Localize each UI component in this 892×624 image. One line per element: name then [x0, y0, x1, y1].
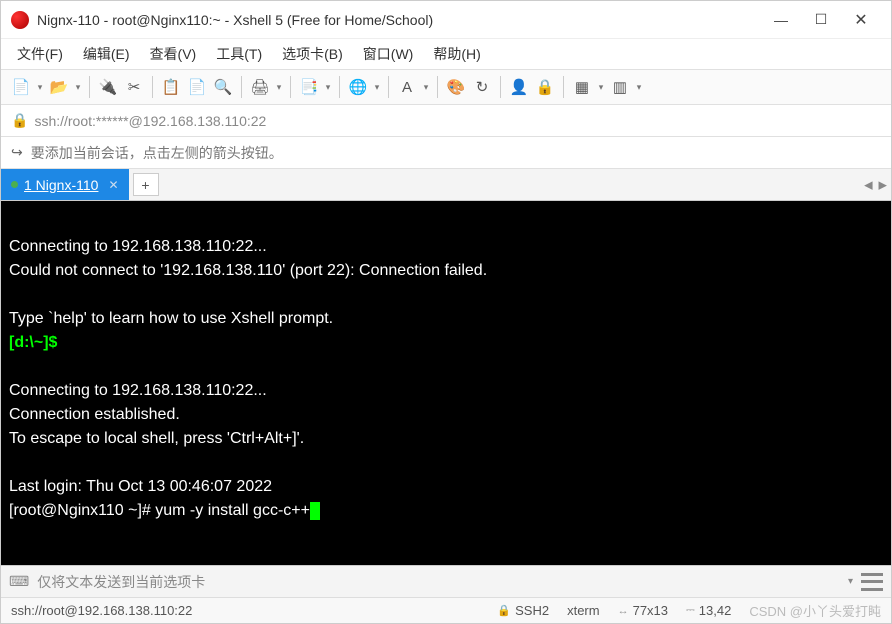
tab-prev-icon[interactable]: ◀: [864, 178, 872, 191]
separator: [152, 76, 153, 98]
user-icon[interactable]: 👤: [507, 75, 531, 99]
separator: [89, 76, 90, 98]
open-icon[interactable]: 📂: [47, 75, 71, 99]
terminal[interactable]: Connecting to 192.168.138.110:22... Coul…: [1, 201, 891, 565]
menubar: 文件(F) 编辑(E) 查看(V) 工具(T) 选项卡(B) 窗口(W) 帮助(…: [1, 39, 891, 69]
font-dropdown[interactable]: ▾: [421, 82, 431, 93]
paste-icon[interactable]: 📄: [185, 75, 209, 99]
status-pos: ⎓13,42: [686, 603, 731, 618]
tab-label: 1 Nignx-110: [24, 177, 98, 193]
layout-dropdown[interactable]: ▾: [634, 82, 644, 93]
tab-next-icon[interactable]: ▶: [879, 178, 887, 191]
terminal-line: Last login: Thu Oct 13 00:46:07 2022: [9, 478, 272, 495]
hamburger-icon[interactable]: [861, 573, 883, 591]
lock-small-icon: 🔒: [11, 112, 28, 129]
refresh-icon[interactable]: ↻: [470, 75, 494, 99]
find-icon[interactable]: 🔍: [211, 75, 235, 99]
tab-close-icon[interactable]: ✕: [108, 178, 118, 192]
minimize-button[interactable]: —: [761, 5, 801, 35]
compose-bar[interactable]: ⌨ 仅将文本发送到当前选项卡 ▾: [1, 565, 891, 597]
status-protocol: 🔒SSH2: [497, 603, 549, 618]
tab-nav: ◀ ▶: [864, 178, 887, 191]
cursor-icon: [310, 502, 320, 520]
status-dot-icon: [11, 181, 18, 188]
menu-view[interactable]: 查看(V): [142, 40, 205, 68]
font-icon[interactable]: A: [395, 75, 419, 99]
separator: [290, 76, 291, 98]
compose-placeholder: 仅将文本发送到当前选项卡: [37, 572, 205, 592]
terminal-line: Connection established.: [9, 406, 180, 423]
arrow-icon[interactable]: ↪: [11, 144, 23, 161]
terminal-command: yum -y install gcc-c++: [151, 502, 310, 519]
print-icon[interactable]: 🖨: [248, 75, 272, 99]
watermark: CSDN @小丫头爱打盹: [749, 601, 881, 620]
tab-bar: 1 Nignx-110 ✕ + ◀ ▶: [1, 169, 891, 201]
terminal-line: To escape to local shell, press 'Ctrl+Al…: [9, 430, 304, 447]
menu-window[interactable]: 窗口(W): [355, 40, 422, 68]
keyboard-icon: ⌨: [9, 573, 29, 590]
separator: [437, 76, 438, 98]
tab-nignx-110[interactable]: 1 Nignx-110 ✕: [1, 169, 129, 200]
terminal-prompt: [d:\~]$: [9, 334, 57, 351]
terminal-line: Connecting to 192.168.138.110:22...: [9, 238, 267, 255]
status-size: ↔77x13: [618, 603, 668, 618]
status-connection: ssh://root@192.168.138.110:22: [11, 603, 479, 618]
app-icon: [11, 11, 29, 29]
globe-icon[interactable]: 🌐: [346, 75, 370, 99]
close-button[interactable]: ✕: [841, 5, 881, 35]
disconnect-icon[interactable]: ✂: [122, 75, 146, 99]
copy-icon[interactable]: 📋: [159, 75, 183, 99]
maximize-button[interactable]: ☐: [801, 5, 841, 35]
menu-help[interactable]: 帮助(H): [425, 40, 488, 68]
properties-icon[interactable]: 📑: [297, 75, 321, 99]
reconnect-icon[interactable]: 🔌: [96, 75, 120, 99]
separator: [388, 76, 389, 98]
terminal-line: Type `help' to learn how to use Xshell p…: [9, 310, 333, 327]
menu-tab[interactable]: 选项卡(B): [274, 40, 351, 68]
separator: [241, 76, 242, 98]
menu-tools[interactable]: 工具(T): [208, 40, 270, 68]
terminal-line: Connecting to 192.168.138.110:22...: [9, 382, 267, 399]
tab-add-button[interactable]: +: [133, 173, 159, 196]
color-icon[interactable]: 🎨: [444, 75, 468, 99]
toolbar: 📄▾ 📂▾ 🔌 ✂ 📋 📄 🔍 🖨▾ 📑▾ 🌐▾ A▾ 🎨 ↻ 👤 🔒 ▦▾ ▥…: [1, 69, 891, 105]
terminal-prompt: [root@Nginx110 ~]#: [9, 502, 151, 519]
address-bar[interactable]: 🔒 ssh://root:******@192.168.138.110:22: [1, 105, 891, 137]
address-text: ssh://root:******@192.168.138.110:22: [34, 113, 266, 129]
status-bar: ssh://root@192.168.138.110:22 🔒SSH2 xter…: [1, 597, 891, 623]
hint-bar: ↪ 要添加当前会话，点击左侧的箭头按钮。: [1, 137, 891, 169]
open-dropdown[interactable]: ▾: [73, 82, 83, 93]
new-session-dropdown[interactable]: ▾: [35, 82, 45, 93]
layout-icon[interactable]: ▥: [608, 75, 632, 99]
print-dropdown[interactable]: ▾: [274, 82, 284, 93]
lock-icon[interactable]: 🔒: [533, 75, 557, 99]
status-term: xterm: [567, 603, 600, 618]
tile-icon[interactable]: ▦: [570, 75, 594, 99]
window-title: Nignx-110 - root@Nginx110:~ - Xshell 5 (…: [37, 12, 761, 28]
properties-dropdown[interactable]: ▾: [323, 82, 333, 93]
window-titlebar: Nignx-110 - root@Nginx110:~ - Xshell 5 (…: [1, 1, 891, 39]
separator: [563, 76, 564, 98]
globe-dropdown[interactable]: ▾: [372, 82, 382, 93]
hint-text: 要添加当前会话，点击左侧的箭头按钮。: [31, 143, 283, 163]
separator: [339, 76, 340, 98]
terminal-line: Could not connect to '192.168.138.110' (…: [9, 262, 487, 279]
menu-file[interactable]: 文件(F): [9, 40, 71, 68]
separator: [500, 76, 501, 98]
menu-edit[interactable]: 编辑(E): [75, 40, 138, 68]
tile-dropdown[interactable]: ▾: [596, 82, 606, 93]
new-session-icon[interactable]: 📄: [9, 75, 33, 99]
compose-dropdown-icon[interactable]: ▾: [848, 576, 853, 587]
